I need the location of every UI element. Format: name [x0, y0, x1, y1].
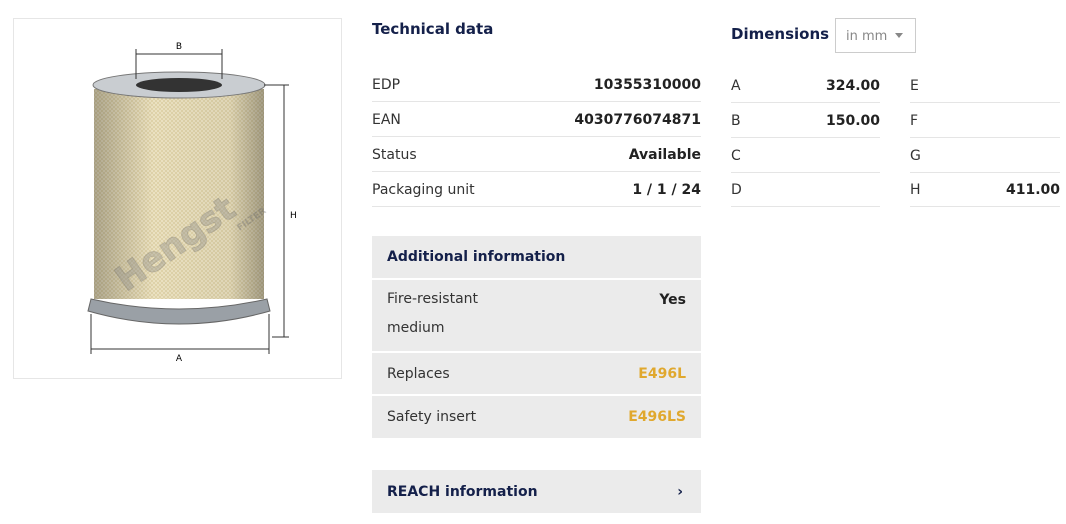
dimension-label-b: B [176, 42, 182, 52]
row-label: EAN [372, 112, 401, 128]
row-label: Replaces [387, 365, 450, 382]
table-row: Status Available [372, 137, 701, 172]
dimension-row: H 411.00 [910, 172, 1060, 207]
chevron-right-icon: › [677, 483, 683, 500]
row-label: F [910, 113, 919, 129]
row-value: Available [628, 147, 701, 163]
unit-select[interactable]: in mm [835, 18, 916, 53]
row-label: H [910, 182, 921, 198]
table-row: EAN 4030776074871 [372, 102, 701, 137]
dimension-row: B 150.00 [731, 103, 880, 138]
unit-select-value: in mm [846, 29, 888, 44]
product-image[interactable]: B A H Hengst FILTER [13, 18, 342, 379]
caret-down-icon [895, 33, 903, 38]
reach-information-accordion[interactable]: REACH information › [372, 470, 701, 513]
row-label: Packaging unit [372, 182, 475, 198]
table-row: Packaging unit 1 / 1 / 24 [372, 172, 701, 207]
row-value: 10355310000 [593, 77, 701, 93]
row-value: Yes [659, 292, 686, 308]
replaces-link[interactable]: E496L [638, 366, 686, 382]
row-label: C [731, 148, 741, 164]
row-value: 150.00 [825, 113, 880, 129]
row-label: Safety insert [387, 409, 477, 425]
row-value: 1 / 1 / 24 [632, 182, 701, 198]
reach-information-label: REACH information [387, 483, 538, 500]
dimension-row: A 324.00 [731, 68, 880, 103]
dimension-row: D [731, 172, 880, 207]
dimensions-title: Dimensions [731, 25, 830, 43]
safety-insert-link[interactable]: E496LS [628, 409, 686, 425]
row-value: 411.00 [1005, 182, 1060, 198]
row-label: EDP [372, 77, 401, 93]
additional-information-title: Additional information [387, 249, 566, 265]
row-label: G [910, 148, 921, 164]
dimension-row: C [731, 138, 880, 173]
dimension-label-h: H [290, 211, 297, 221]
info-row: Replaces E496L [372, 353, 701, 396]
info-row: Safety insert E496LS [372, 396, 701, 438]
dimension-row: G [910, 138, 1060, 173]
row-label: A [731, 78, 741, 94]
table-row: EDP 10355310000 [372, 67, 701, 102]
dimension-row: F [910, 103, 1060, 138]
row-label: D [731, 182, 742, 198]
row-value: 324.00 [825, 78, 880, 94]
dimension-row: E [910, 68, 1060, 103]
row-label: E [910, 78, 919, 94]
dimension-label-a: A [176, 354, 183, 364]
row-label: Status [372, 147, 417, 163]
info-row: Fire-resistant medium Yes [372, 280, 701, 353]
row-label: Fire-resistant medium [387, 291, 479, 336]
row-label: B [731, 113, 741, 129]
additional-information-panel: Additional information Fire-resistant me… [372, 236, 701, 438]
technical-data-title: Technical data [372, 20, 494, 38]
row-value: 4030776074871 [574, 112, 701, 128]
